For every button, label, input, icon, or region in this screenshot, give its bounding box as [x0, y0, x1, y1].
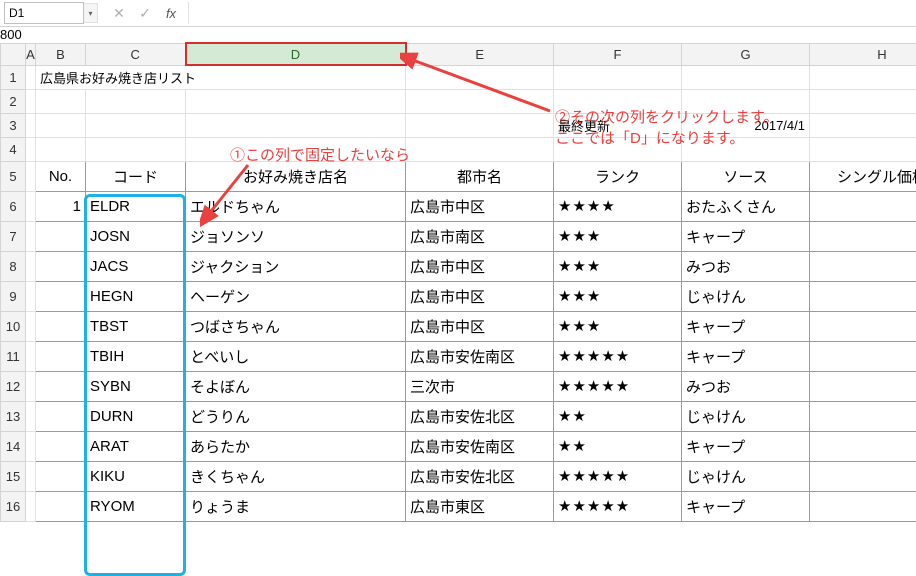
row-header[interactable]: 7: [1, 221, 26, 251]
formula-bar: D1 ▾ ✕ ✓ fx: [0, 0, 916, 27]
col-header-G[interactable]: G: [682, 43, 810, 65]
table-row: 13 DURN どうりん 広島市安佐北区 ★★ じゃけん 750: [1, 401, 916, 431]
name-box-value: D1: [9, 6, 24, 20]
row-header[interactable]: 3: [1, 113, 26, 137]
last-update-value[interactable]: 2017/4/1: [682, 113, 810, 137]
fx-icon[interactable]: fx: [158, 2, 184, 24]
sheet-title[interactable]: 広島県お好み焼き店リスト: [36, 65, 406, 89]
table-row: 10 TBST つばさちゃん 広島市中区 ★★★ キャープ 650: [1, 311, 916, 341]
table-row: 9 HEGN ヘーゲン 広島市中区 ★★★ じゃけん 550: [1, 281, 916, 311]
col-header-D[interactable]: D: [186, 43, 406, 65]
name-box-dropdown[interactable]: ▾: [84, 3, 98, 23]
hdr-code[interactable]: コード: [86, 161, 186, 191]
cancel-icon[interactable]: ✕: [106, 2, 132, 24]
hdr-price[interactable]: シングル価格: [810, 161, 916, 191]
row-header[interactable]: 1: [1, 65, 26, 89]
row-header[interactable]: 10: [1, 311, 26, 341]
row-header[interactable]: 12: [1, 371, 26, 401]
row-header[interactable]: 5: [1, 161, 26, 191]
row-header[interactable]: 6: [1, 191, 26, 221]
enter-icon[interactable]: ✓: [132, 2, 158, 24]
table-row: 11 TBIH とべいし 広島市安佐南区 ★★★★★ キャープ 600: [1, 341, 916, 371]
row-header[interactable]: 14: [1, 431, 26, 461]
table-row: 16 RYOM りょうま 広島市東区 ★★★★★ キャープ 600: [1, 491, 916, 521]
table-row: 8 JACS ジャクション 広島市中区 ★★★ みつお 700: [1, 251, 916, 281]
table-row: 12 SYBN そよぼん 三次市 ★★★★★ みつお: [1, 371, 916, 401]
col-header-A[interactable]: A: [26, 43, 36, 65]
row-header[interactable]: 4: [1, 137, 26, 161]
select-all-corner[interactable]: [1, 43, 26, 65]
hdr-sauce[interactable]: ソース: [682, 161, 810, 191]
row-header[interactable]: 2: [1, 89, 26, 113]
last-update-label[interactable]: 最終更新: [554, 113, 682, 137]
row-header[interactable]: 8: [1, 251, 26, 281]
row-header[interactable]: 13: [1, 401, 26, 431]
table-row: 7 JOSN ジョソンソ 広島市南区 ★★★ キャープ 600: [1, 221, 916, 251]
row-header[interactable]: 9: [1, 281, 26, 311]
hdr-no[interactable]: No.: [36, 161, 86, 191]
col-header-F[interactable]: F: [554, 43, 682, 65]
row-header[interactable]: 16: [1, 491, 26, 521]
col-header-H[interactable]: H: [810, 43, 916, 65]
formula-input[interactable]: [188, 2, 916, 24]
name-box[interactable]: D1: [4, 2, 84, 24]
hdr-shop[interactable]: お好み焼き店名: [186, 161, 406, 191]
hdr-rank[interactable]: ランク: [554, 161, 682, 191]
col-header-E[interactable]: E: [406, 43, 554, 65]
spreadsheet-grid[interactable]: A B C D E F G H 1 広島県お好み焼き店リスト 2 3 最終更新 …: [0, 42, 916, 522]
hdr-city[interactable]: 都市名: [406, 161, 554, 191]
row-header[interactable]: 15: [1, 461, 26, 491]
table-row: 6 1 ELDR エルドちゃん 広島市中区 ★★★★ おたふくさん 500: [1, 191, 916, 221]
col-header-B[interactable]: B: [36, 43, 86, 65]
table-row: 15 KIKU きくちゃん 広島市安佐北区 ★★★★★ じゃけん 600: [1, 461, 916, 491]
row-header[interactable]: 11: [1, 341, 26, 371]
col-header-C[interactable]: C: [86, 43, 186, 65]
table-row: 14 ARAT あらたか 広島市安佐南区 ★★ キャープ 700: [1, 431, 916, 461]
